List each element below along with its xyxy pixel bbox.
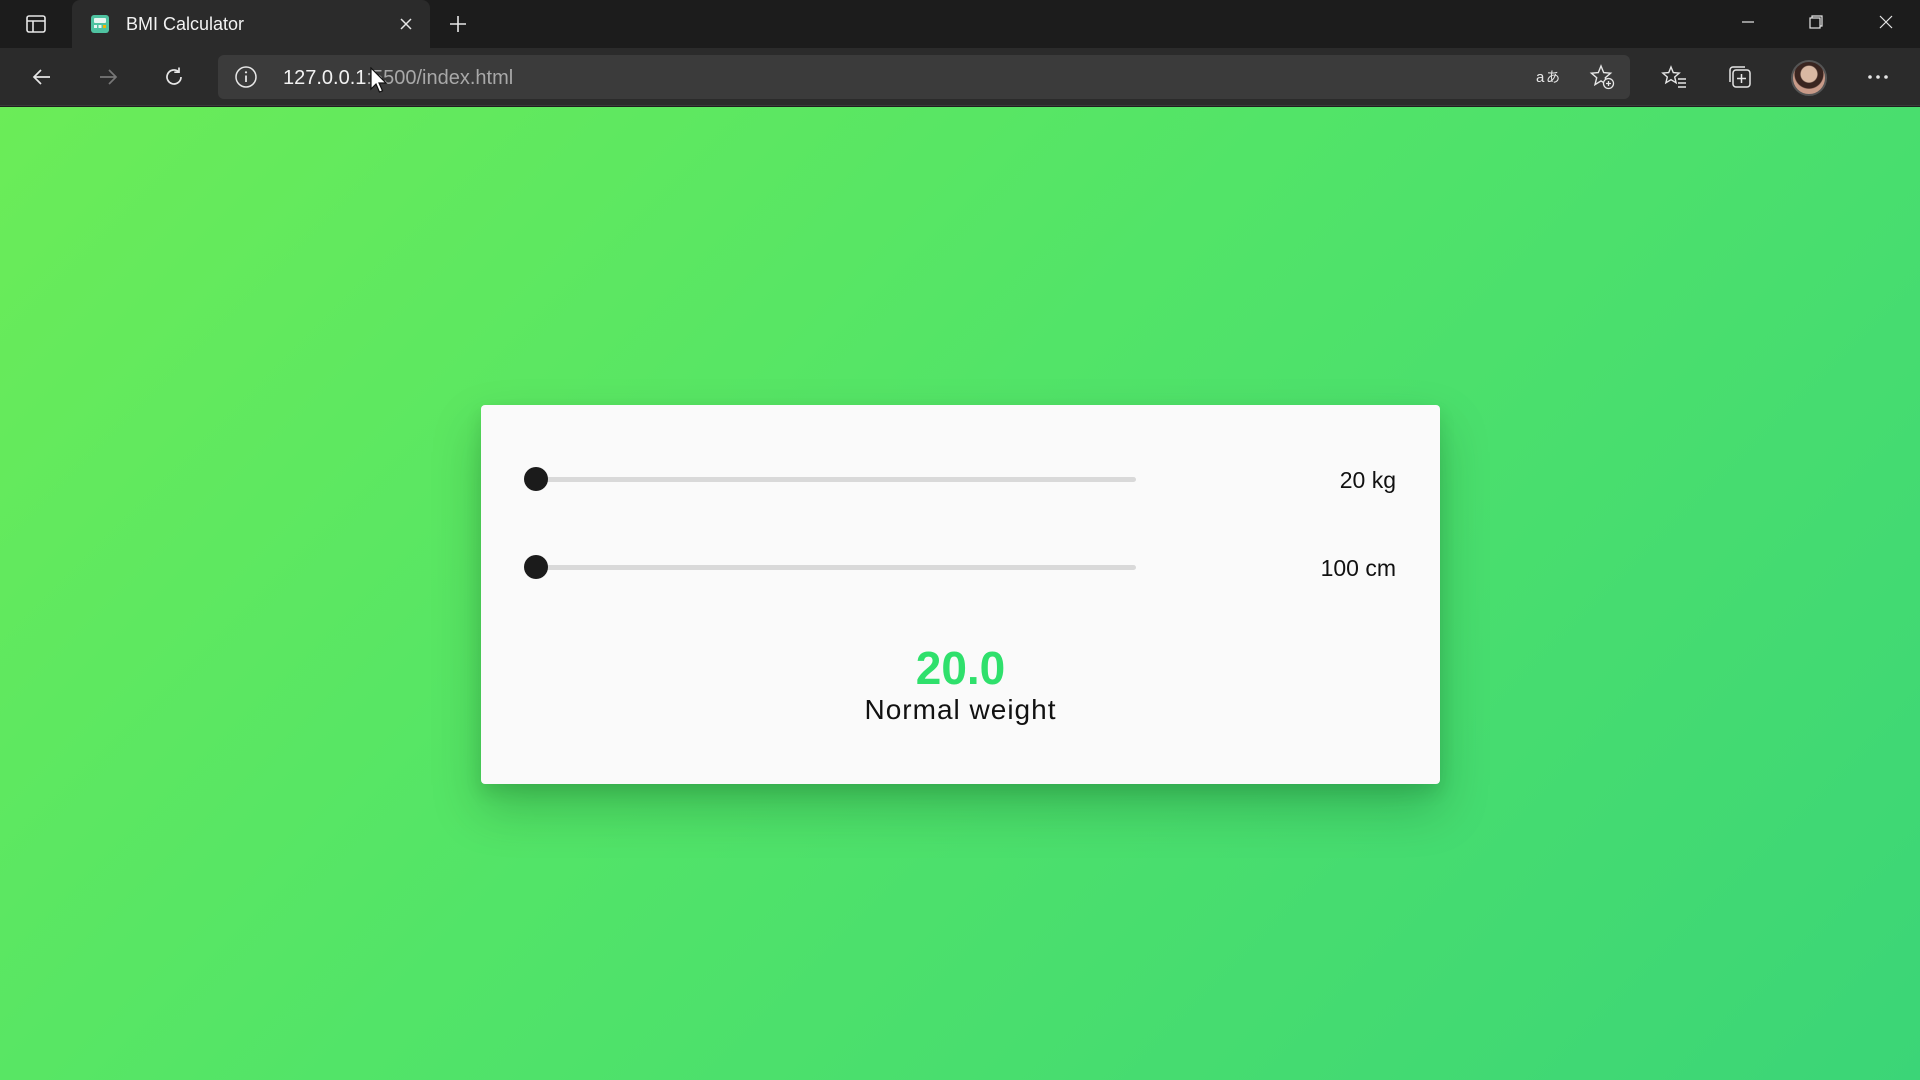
star-add-icon	[1589, 64, 1615, 90]
info-icon	[235, 66, 257, 88]
tab-title: BMI Calculator	[126, 13, 245, 34]
collections-button[interactable]	[1720, 57, 1760, 97]
weight-slider-thumb[interactable]	[524, 467, 548, 491]
browser-toolbar: 127.0.0.1:5500/index.html a あ	[0, 48, 1920, 106]
forward-button[interactable]	[88, 57, 128, 97]
refresh-button[interactable]	[154, 57, 194, 97]
weight-value: 20 kg	[1339, 467, 1396, 493]
close-icon	[400, 18, 412, 30]
page-viewport: 20 kg 100 cm 20.0 Normal weight	[0, 107, 1920, 1080]
restore-button[interactable]	[1782, 0, 1850, 44]
site-info-button[interactable]	[232, 63, 260, 91]
restore-icon	[1809, 15, 1823, 29]
tab-actions-icon	[26, 15, 46, 33]
back-button[interactable]	[22, 57, 62, 97]
url-host: 127.0.0.1	[283, 67, 367, 89]
tab-close-button[interactable]	[388, 6, 424, 42]
bmi-favicon-icon	[90, 14, 110, 34]
add-favorite-button[interactable]	[1586, 61, 1618, 93]
minimize-button[interactable]	[1714, 0, 1782, 44]
bmi-result: 20.0	[915, 642, 1006, 694]
new-tab-button[interactable]	[440, 8, 476, 40]
weight-row: 20 kg	[481, 459, 1440, 499]
tab-actions-button[interactable]	[14, 10, 58, 38]
tab-strip: BMI Calculator	[0, 0, 1920, 48]
svg-text:a: a	[1536, 69, 1545, 86]
refresh-icon	[166, 67, 182, 85]
url-text[interactable]: 127.0.0.1:5500/index.html	[283, 67, 513, 90]
more-icon	[1868, 75, 1888, 79]
url-path: :5500/index.html	[366, 67, 514, 89]
read-aloud-icon: a あ	[1536, 69, 1560, 86]
favorites-button[interactable]	[1654, 57, 1694, 97]
read-aloud-button[interactable]: a あ	[1532, 61, 1564, 93]
bmi-card: 20 kg 100 cm 20.0 Normal weight	[481, 405, 1440, 784]
favorites-icon	[1661, 65, 1686, 88]
height-value: 100 cm	[1320, 555, 1396, 581]
minimize-icon	[1742, 21, 1754, 23]
height-slider-thumb[interactable]	[524, 555, 548, 579]
more-button[interactable]	[1858, 57, 1898, 97]
height-row: 100 cm	[481, 547, 1440, 587]
bmi-category: Normal weight	[864, 694, 1057, 725]
close-window-button[interactable]	[1852, 0, 1920, 44]
height-slider[interactable]	[536, 565, 1136, 570]
forward-arrow-icon	[100, 69, 118, 85]
address-bar[interactable]: 127.0.0.1:5500/index.html a あ	[218, 55, 1630, 99]
collections-icon	[1729, 66, 1751, 88]
close-window-icon	[1879, 15, 1893, 29]
weight-slider[interactable]	[536, 477, 1136, 482]
svg-text:あ: あ	[1546, 70, 1560, 86]
plus-icon	[450, 16, 466, 32]
profile-avatar[interactable]	[1791, 60, 1827, 96]
browser-tab[interactable]: BMI Calculator	[72, 0, 430, 48]
mouse-cursor-icon	[370, 67, 388, 93]
back-arrow-icon	[32, 69, 50, 85]
